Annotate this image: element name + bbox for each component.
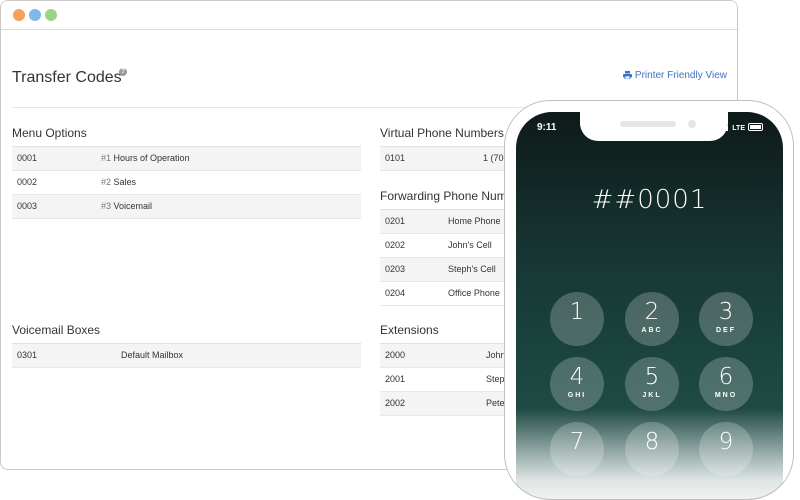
table-row: 0301 Default Mailbox xyxy=(12,344,361,368)
key-digit: 6 xyxy=(718,364,734,390)
keypad-key-4[interactable]: 4 GHI xyxy=(550,357,604,411)
row-key-number: #1 xyxy=(101,153,112,163)
phone-mockup: 9:11 LTE ##0001 12ABC3DEF4GHI5JKL6MNO789 xyxy=(504,100,794,500)
page-title: Transfer Codes xyxy=(12,69,122,86)
keypad-key-1[interactable]: 1 xyxy=(550,292,604,346)
row-label: Office Phone xyxy=(448,288,500,298)
key-letters: MNO xyxy=(714,392,738,399)
row-label: John's Cell xyxy=(448,240,492,250)
key-digit: 4 xyxy=(569,364,585,390)
status-time: 9:11 xyxy=(537,122,557,133)
row-option: #2 Sales xyxy=(101,171,136,194)
close-dot-icon[interactable] xyxy=(13,9,25,21)
keypad-key-6[interactable]: 6 MNO xyxy=(699,357,753,411)
row-code: 0204 xyxy=(385,288,406,298)
row-code: 0001 xyxy=(17,153,38,163)
key-letters: GHI xyxy=(567,392,587,399)
phone-screen: 9:11 LTE ##0001 12ABC3DEF4GHI5JKL6MNO789 xyxy=(516,112,783,499)
row-code: 0101 xyxy=(385,153,406,163)
phone-notch xyxy=(580,112,728,141)
keypad-key-2[interactable]: 2 ABC xyxy=(625,292,679,346)
row-code: 0203 xyxy=(385,264,406,274)
table-row: 0003 #3 Voicemail xyxy=(12,195,361,219)
battery-icon xyxy=(748,123,763,131)
row-label: Steph's Cell xyxy=(448,264,496,274)
printer-link-label: Printer Friendly View xyxy=(634,70,727,81)
key-letters: JKL xyxy=(642,392,662,399)
row-code: 0002 xyxy=(17,177,38,187)
row-code: 0202 xyxy=(385,240,406,250)
section-title: Menu Options xyxy=(12,126,87,140)
row-label: Hours of Operation xyxy=(113,153,190,163)
row-label: Sales xyxy=(113,177,137,187)
table-row: 0002 #2 Sales xyxy=(12,171,361,195)
menu-options-table: 0001 #1 Hours of Operation 0002 #2 Sales 000… xyxy=(12,146,361,219)
row-code: 2000 xyxy=(385,350,406,360)
key-digit: 3 xyxy=(718,299,734,325)
key-letters: DEF xyxy=(716,327,736,334)
row-label: Default Mailbox xyxy=(121,350,184,360)
voicemail-boxes-section: Voicemail Boxes 0301 Default Mailbox xyxy=(12,323,361,368)
voicemail-boxes-table: 0301 Default Mailbox xyxy=(12,343,361,368)
row-code: 2002 xyxy=(385,398,406,408)
key-digit: 5 xyxy=(644,364,660,390)
maximize-dot-icon[interactable] xyxy=(45,9,57,21)
dialed-number: ##0001 xyxy=(591,185,708,215)
row-code: 2001 xyxy=(385,374,406,384)
window-titlebar xyxy=(1,1,737,30)
camera-icon xyxy=(688,120,696,128)
speaker-icon xyxy=(620,121,676,127)
menu-options-section: Menu Options 0001 #1 Hours of Operation 00… xyxy=(12,126,361,219)
key-letters: ABC xyxy=(641,327,663,334)
key-digit: 1 xyxy=(569,299,585,325)
section-title: Voicemail Boxes xyxy=(12,323,101,337)
network-label: LTE xyxy=(732,125,745,132)
row-option: #1 Hours of Operation xyxy=(101,147,190,170)
row-code: 0201 xyxy=(385,216,406,226)
help-icon[interactable]: ? xyxy=(119,68,127,76)
row-label: Voicemail xyxy=(113,201,153,211)
keypad-key-3[interactable]: 3 DEF xyxy=(699,292,753,346)
table-row: 0001 #1 Hours of Operation xyxy=(12,147,361,171)
row-key-number: #2 xyxy=(101,177,112,187)
row-key-number: #3 xyxy=(101,201,112,211)
printer-icon xyxy=(622,71,632,80)
row-code: 0301 xyxy=(17,350,38,360)
bottom-fade xyxy=(516,409,783,499)
key-digit: 2 xyxy=(644,299,660,325)
row-label: Home Phone xyxy=(448,216,501,226)
row-code: 0003 xyxy=(17,201,38,211)
row-label: John xyxy=(486,350,506,360)
row-option: #3 Voicemail xyxy=(101,195,152,218)
printer-friendly-link[interactable]: Printer Friendly View xyxy=(622,70,727,81)
minimize-dot-icon[interactable] xyxy=(29,9,41,21)
keypad-key-5[interactable]: 5 JKL xyxy=(625,357,679,411)
